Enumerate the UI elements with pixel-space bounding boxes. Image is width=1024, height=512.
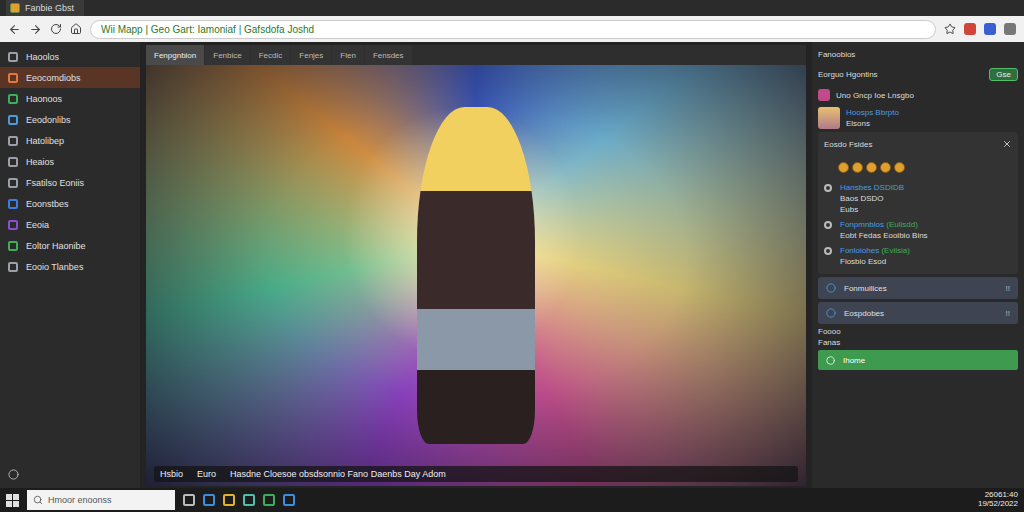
coin-icon <box>894 162 905 173</box>
caption-text: Hasdne Cloesoe obsdsonnio Fano Daenbs Da… <box>230 469 446 479</box>
sidebar-item[interactable]: Eeoia <box>0 214 140 235</box>
taskbar-search[interactable]: Hmoor enoonss <box>27 490 175 510</box>
close-icon[interactable] <box>1002 139 1012 149</box>
link-icon <box>818 89 830 101</box>
entry-icon <box>824 221 832 229</box>
item-icon <box>8 52 18 62</box>
search-icon <box>33 495 43 505</box>
sidebar-item[interactable]: Eoonstbes <box>0 193 140 214</box>
sidebar-item[interactable]: Hatolibep <box>0 130 140 151</box>
sidebar-item[interactable]: Eooio Tlanbes <box>0 256 140 277</box>
main-content: FenpgnbionFenbiceFecdicFenjesFlenFensdes… <box>140 42 812 488</box>
coin-icon <box>838 162 849 173</box>
panel-card[interactable]: Eospdobes!! <box>818 302 1018 324</box>
caption-text: Euro <box>197 469 216 479</box>
item-icon <box>8 262 18 272</box>
item-icon <box>8 94 18 104</box>
url-field[interactable]: Wii Mapp | Geo Gart: Iamoniaf | Gafsdofa… <box>90 20 936 39</box>
item-icon <box>8 178 18 188</box>
link-row[interactable]: Uno Gncp Ioe Lnsgbo <box>818 86 1018 104</box>
artwork-image: Hsbio Euro Hasdne Cloesoe obsdsonnio Fano … <box>146 65 806 486</box>
coin-row <box>824 158 1012 177</box>
back-icon[interactable] <box>8 23 21 36</box>
app-body: HaoolosEeocomdiobsHaonoosEeodonlibsHatol… <box>0 42 1024 488</box>
forward-icon[interactable] <box>29 23 42 36</box>
windows-icon[interactable] <box>6 494 19 507</box>
item-icon <box>8 199 18 209</box>
app-icon[interactable] <box>183 494 195 506</box>
reload-icon[interactable] <box>50 23 62 35</box>
panel-footer: FooooFanas <box>818 327 1018 347</box>
settings-icon[interactable] <box>8 469 19 480</box>
entry-icon <box>824 247 832 255</box>
media-caption: Hsbio Euro Hasdne Cloesoe obsdsonnio Fano … <box>154 466 798 482</box>
toggle-row: Eorguo HgontinsGse <box>818 65 1018 83</box>
detail-entry: Fonloiohes (Evilsia)Fiosbio Esod <box>824 246 1012 266</box>
content-tab[interactable]: Flen <box>332 45 364 65</box>
item-icon <box>8 157 18 167</box>
item-icon <box>8 220 18 230</box>
taskbar: Hmoor enoonss 26061:4019/52/2022 <box>0 488 1024 512</box>
panel-header: Fanoobios <box>818 46 1018 62</box>
home-bar[interactable]: Ihome <box>818 350 1018 370</box>
browser-tab[interactable]: Fanbie Gbst <box>6 0 84 16</box>
item-icon <box>8 241 18 251</box>
extension-icon[interactable] <box>984 23 996 35</box>
sidebar-item[interactable]: Fsatilso Eoniis <box>0 172 140 193</box>
content-tabs: FenpgnbionFenbiceFecdicFenjesFlenFensdes <box>146 45 806 65</box>
detail-entry: Fonpmnbios (Eulisdd)Eobt Fedas Eooibio B… <box>824 220 1012 240</box>
sidebar: HaoolosEeocomdiobsHaonoosEeodonlibsHatol… <box>0 42 140 488</box>
address-bar: Wii Mapp | Geo Gart: Iamoniaf | Gafsdofa… <box>0 16 1024 42</box>
card-icon <box>826 308 836 318</box>
extension-icon[interactable] <box>964 23 976 35</box>
item-icon <box>8 73 18 83</box>
sidebar-item[interactable]: Eoltor Haonibe <box>0 235 140 256</box>
item-icon <box>8 136 18 146</box>
coin-icon <box>880 162 891 173</box>
content-tab[interactable]: Fensdes <box>365 45 412 65</box>
sidebar-item[interactable]: Heaios <box>0 151 140 172</box>
detail-entry: Hansbes DSDIDBBaos DSDOEubs <box>824 183 1012 214</box>
home-icon <box>826 356 835 365</box>
profile-row: Hoosps BbrptoElsons <box>818 107 1018 129</box>
app-icon[interactable] <box>283 494 295 506</box>
title-bar: Fanbie Gbst <box>0 0 1024 16</box>
caption-text: Hsbio <box>160 469 183 479</box>
favicon-icon <box>10 3 20 13</box>
app-icon[interactable] <box>203 494 215 506</box>
card-icon <box>826 283 836 293</box>
content-tab[interactable]: Fenbice <box>205 45 249 65</box>
avatar-icon <box>818 107 840 129</box>
sidebar-item[interactable]: Eeocomdiobs <box>0 67 140 88</box>
right-panel: Fanoobios Eorguo HgontinsGse Uno Gncp Ioe … <box>812 42 1024 488</box>
sidebar-item[interactable]: Haoolos <box>0 46 140 67</box>
profile-icon[interactable] <box>1004 23 1016 35</box>
toggle-button[interactable]: Gse <box>989 68 1018 81</box>
details-section: Eosdo FsidesHansbes DSDIDBBaos DSDOEubsF… <box>818 132 1018 274</box>
app-icon[interactable] <box>263 494 275 506</box>
panel-card[interactable]: Fonmuilices!! <box>818 277 1018 299</box>
clock: 26061:4019/52/2022 <box>978 491 1018 509</box>
item-icon <box>8 115 18 125</box>
content-tab[interactable]: Fenpgnbion <box>146 45 204 65</box>
content-tab[interactable]: Fenjes <box>291 45 331 65</box>
coin-icon <box>866 162 877 173</box>
app-icon[interactable] <box>243 494 255 506</box>
browser-window: Fanbie Gbst Wii Mapp | Geo Gart: Iamoniaf… <box>0 0 1024 512</box>
app-icon[interactable] <box>223 494 235 506</box>
content-tab[interactable]: Fecdic <box>251 45 291 65</box>
character-figure <box>417 107 536 444</box>
sidebar-item[interactable]: Haonoos <box>0 88 140 109</box>
bookmark-icon[interactable] <box>944 23 956 35</box>
coin-icon <box>852 162 863 173</box>
home-icon[interactable] <box>70 23 82 35</box>
sidebar-item[interactable]: Eeodonlibs <box>0 109 140 130</box>
entry-icon <box>824 184 832 192</box>
